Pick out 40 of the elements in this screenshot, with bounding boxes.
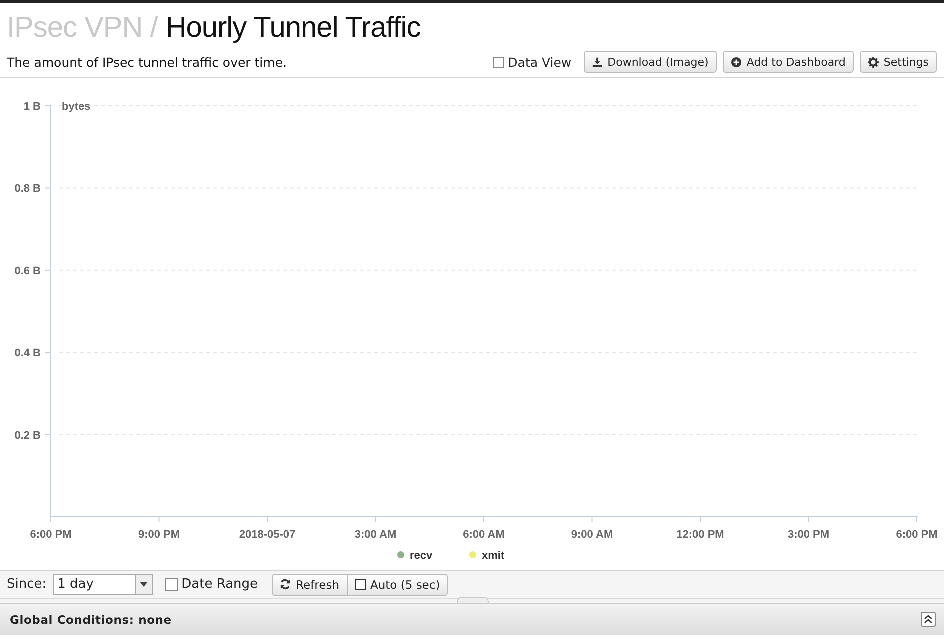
x-tick-label: 6:00 AM: [463, 529, 505, 541]
y-tick-label: 0.4 B: [14, 348, 41, 360]
legend-label[interactable]: xmit: [482, 550, 505, 562]
plus-circle-icon: [730, 56, 742, 68]
checkbox[interactable]: [164, 578, 178, 591]
checkbox-label[interactable]: Date Range: [182, 577, 258, 592]
download-icon: [592, 56, 603, 68]
x-tick-label: 3:00 AM: [354, 529, 397, 541]
page-title: Hourly Tunnel Traffic: [166, 12, 421, 44]
checkbox-label[interactable]: Data View: [508, 54, 572, 70]
checkbox[interactable]: [493, 56, 504, 68]
since-label: Since:: [7, 577, 47, 592]
legend-label[interactable]: recv: [410, 550, 433, 562]
x-tick-label: 9:00 AM: [571, 529, 614, 541]
global-conditions-label: Global Conditions: none: [10, 612, 172, 626]
auto-refresh-toggle[interactable]: Auto (5 sec): [348, 574, 448, 596]
checkbox[interactable]: [354, 579, 366, 590]
download-button[interactable]: Download (Image): [584, 51, 717, 73]
y-tick-label: 1 B: [24, 101, 41, 113]
add-button[interactable]: Add to Dashboard: [722, 51, 854, 73]
y-tick-label: 0.6 B: [14, 265, 41, 278]
caret-icon: [140, 582, 148, 587]
x-tick-label: 9:00 PM: [138, 529, 180, 541]
settings-button[interactable]: Settings: [860, 51, 937, 73]
x-tick-label: 6:00 PM: [896, 529, 938, 541]
y-axis-label: bytes: [62, 101, 91, 113]
refresh-icon: [280, 579, 292, 590]
y-tick-label: 0.8 B: [14, 183, 41, 196]
expand-toggle[interactable]: [921, 612, 936, 627]
x-tick-label: 2018-05-07: [239, 529, 296, 541]
settings-icon: [868, 56, 879, 68]
x-tick-label: 6:00 PM: [30, 529, 72, 541]
page-description: The amount of IPsec tunnel traffic over time.: [7, 54, 288, 70]
since-dropdown[interactable]: 1 day: [52, 574, 153, 595]
x-tick-label: 3:00 PM: [788, 529, 830, 541]
x-tick-label: 12:00 PM: [676, 529, 724, 541]
refresh-button[interactable]: Refresh: [272, 574, 348, 596]
drawer-handle[interactable]: [457, 597, 489, 604]
y-tick-label: 0.2 B: [14, 430, 41, 442]
double-chevron-up-icon: [924, 615, 933, 624]
